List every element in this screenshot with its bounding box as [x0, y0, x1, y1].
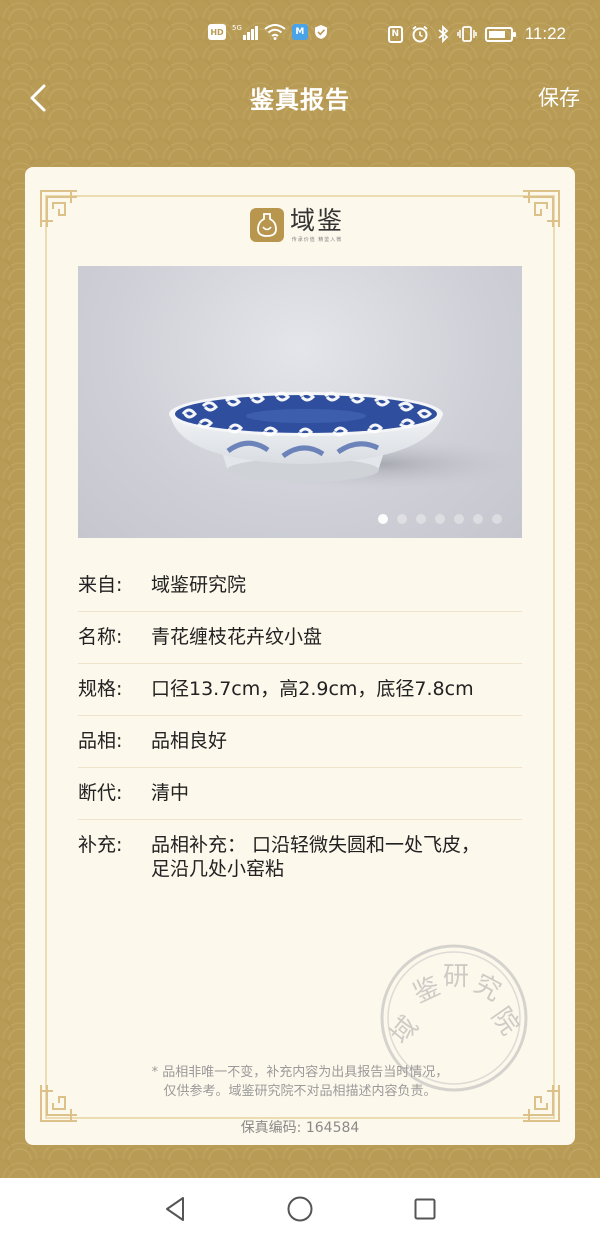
battery-icon: [484, 26, 516, 42]
corner-ornament-icon: [523, 190, 560, 227]
row-label: 品相:: [78, 730, 123, 752]
item-photo-carousel[interactable]: [78, 266, 522, 538]
row-value: 清中: [151, 782, 190, 804]
row-label: 来自:: [78, 574, 123, 596]
wifi-icon: [264, 24, 286, 40]
hd-icon: HD: [208, 24, 226, 40]
row-value: 域鉴研究院: [151, 574, 247, 596]
row-value: 青花缠枝花卉纹小盘: [151, 626, 323, 648]
row-label: 名称:: [78, 626, 123, 648]
nfc-icon: N: [387, 25, 403, 43]
triangle-back-icon: [166, 1197, 184, 1221]
row-label: 规格:: [78, 678, 123, 700]
row-name: 名称: 青花缠枝花卉纹小盘: [78, 612, 522, 664]
row-value: 品相补充： 口沿轻微失圆和一处飞皮，足沿几处小窑粘: [151, 834, 481, 880]
nav-recents-button[interactable]: [410, 1194, 440, 1224]
row-condition: 品相: 品相良好: [78, 716, 522, 768]
5g-signal-icon: 5G: [232, 24, 258, 40]
carousel-dot[interactable]: [397, 514, 407, 524]
shield-icon: [314, 25, 327, 39]
corner-ornament-icon: [40, 190, 77, 227]
vibrate-icon: [456, 26, 477, 42]
status-right-icons: N 11:22: [387, 24, 566, 44]
carousel-dot[interactable]: [416, 514, 426, 524]
disclaimer-text: * 品相非唯一不变，补充内容为出具报告当时情况， 仅供参考。域鉴研究院不对品相描…: [151, 1065, 449, 1099]
row-source: 来自: 域鉴研究院: [78, 560, 522, 612]
nav-home-button[interactable]: [285, 1194, 315, 1224]
carousel-dot[interactable]: [454, 514, 464, 524]
app-header: 鉴真报告 保存: [0, 70, 600, 130]
row-supplement: 补充: 品相补充： 口沿轻微失圆和一处飞皮，足沿几处小窑粘: [78, 820, 522, 895]
svg-text:究: 究: [469, 969, 506, 1008]
svg-text:研: 研: [443, 962, 469, 992]
svg-text:鉴: 鉴: [409, 971, 445, 1009]
page-title: 鉴真报告: [250, 86, 350, 114]
status-bar: HD 5G M N 11:22: [0, 0, 600, 70]
row-label: 断代:: [78, 782, 123, 804]
row-value: 口径13.7cm，高2.9cm，底径7.8cm: [151, 678, 474, 700]
clock: 11:22: [524, 24, 566, 43]
certificate-number: 保真编码: 164584: [240, 1120, 360, 1136]
carousel-pagination: [378, 514, 502, 524]
report-details: 来自: 域鉴研究院 名称: 青花缠枝花卉纹小盘 规格: 口径13.7cm，高2.…: [78, 560, 522, 895]
brand-name: 域鉴: [290, 206, 345, 235]
system-nav-bar: [0, 1178, 600, 1238]
row-label: 补充:: [78, 834, 123, 856]
brand-logo: 域鉴 传承价值 精鉴入微: [250, 207, 344, 243]
carousel-dot[interactable]: [492, 514, 502, 524]
row-dating: 断代: 清中: [78, 768, 522, 820]
row-value: 品相良好: [151, 730, 228, 752]
save-button[interactable]: 保存: [538, 82, 580, 112]
carousel-dot[interactable]: [473, 514, 483, 524]
square-recents-icon: [414, 1198, 436, 1220]
carousel-dot[interactable]: [378, 514, 388, 524]
status-left-icons: HD 5G M: [208, 24, 328, 40]
certificate-card: 域鉴 传承价值 精鉴入微 来自: 域鉴研究院 名称: 青花缠枝花卉纹小盘 规格:…: [25, 167, 575, 1145]
nav-back-button[interactable]: [160, 1194, 190, 1224]
vase-logo-icon: [250, 208, 284, 242]
circle-home-icon: [287, 1196, 313, 1222]
alarm-icon: [412, 25, 428, 43]
brand-slogan: 传承价值 精鉴入微: [291, 237, 343, 243]
porcelain-dish-image: [169, 391, 522, 490]
carousel-dot[interactable]: [435, 514, 445, 524]
app-notification-icon: M: [291, 24, 308, 40]
svg-text:域: 域: [385, 1011, 425, 1050]
bluetooth-icon: [438, 25, 449, 43]
row-specs: 规格: 口径13.7cm，高2.9cm，底径7.8cm: [78, 664, 522, 716]
